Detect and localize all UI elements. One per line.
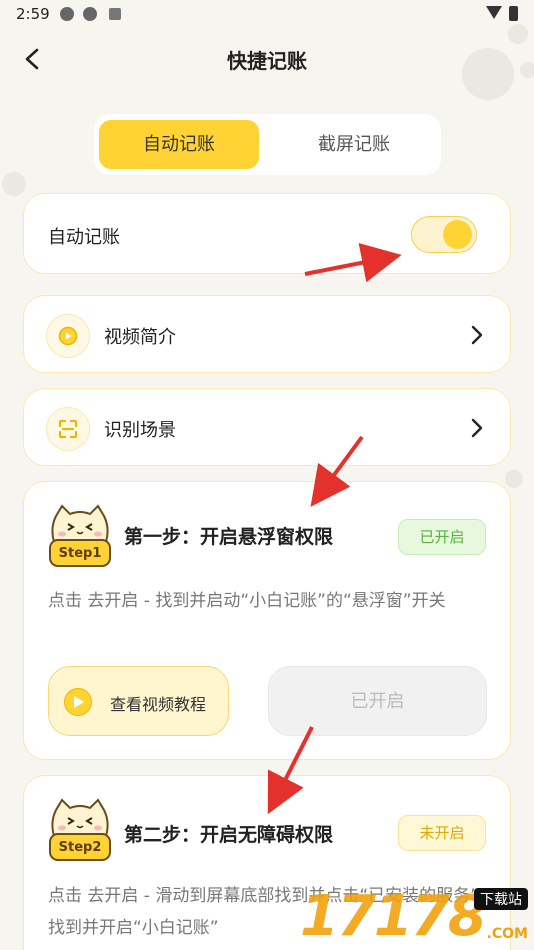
toggle-knob — [443, 220, 472, 249]
play-circle-icon — [46, 314, 90, 358]
wifi-icon — [486, 6, 502, 19]
watermark-text: 17178 — [300, 884, 487, 949]
paw-decoration — [505, 470, 523, 488]
status-time: 2:59 — [16, 5, 50, 23]
step-tag: Step1 — [58, 546, 102, 561]
step2-title: 第二步：开启无障碍权限 — [124, 824, 334, 846]
auto-record-toggle[interactable] — [411, 216, 477, 253]
menu-item-label: 识别场景 — [104, 420, 176, 441]
page-title: 快捷记账 — [227, 49, 307, 73]
notification-icon — [83, 7, 97, 21]
step1-status-badge: 已开启 — [398, 519, 486, 555]
tab-screenshot-record[interactable]: 截屏记账 — [274, 120, 434, 169]
watermark-domain: .COM — [486, 926, 528, 942]
status-bar: 2:59 — [0, 0, 534, 28]
cat-mascot-icon: Step2 — [48, 798, 112, 864]
mode-tabs: 自动记账 截屏记账 — [94, 114, 441, 175]
watermark-tag: 下载站 — [474, 888, 528, 910]
notification-icon — [60, 7, 74, 21]
battery-icon — [509, 6, 518, 21]
notification-icon — [109, 8, 121, 20]
menu-item-label: 视频简介 — [104, 327, 176, 348]
cat-mascot-icon: Step1 — [48, 504, 112, 570]
play-icon — [64, 688, 92, 716]
step-tag: Step2 — [58, 840, 102, 855]
step1-description: 点击 去开启 - 找到并启动“小白记账”的“悬浮窗”开关 — [48, 591, 446, 611]
scan-icon — [46, 407, 90, 451]
chevron-right-icon — [470, 324, 484, 346]
watch-video-tutorial-button[interactable]: 查看视频教程 — [48, 666, 229, 736]
watermark-logo: 17178 下载站 .COM — [300, 886, 530, 948]
menu-item-video-intro[interactable]: 视频简介 — [23, 295, 511, 373]
step2-status-badge: 未开启 — [398, 815, 486, 851]
auto-record-label: 自动记账 — [48, 227, 120, 248]
paw-decoration — [2, 172, 26, 196]
tab-auto-record[interactable]: 自动记账 — [99, 120, 259, 169]
chevron-right-icon — [470, 417, 484, 439]
watch-video-label: 查看视频教程 — [110, 695, 207, 714]
menu-item-recognition-scenes[interactable]: 识别场景 — [23, 388, 511, 466]
step1-title: 第一步：开启悬浮窗权限 — [124, 526, 334, 548]
step1-card: Step1 第一步：开启悬浮窗权限 已开启 点击 去开启 - 找到并启动“小白记… — [23, 481, 511, 760]
enabled-button[interactable]: 已开启 — [268, 666, 487, 736]
auto-record-card: 自动记账 — [23, 193, 511, 274]
